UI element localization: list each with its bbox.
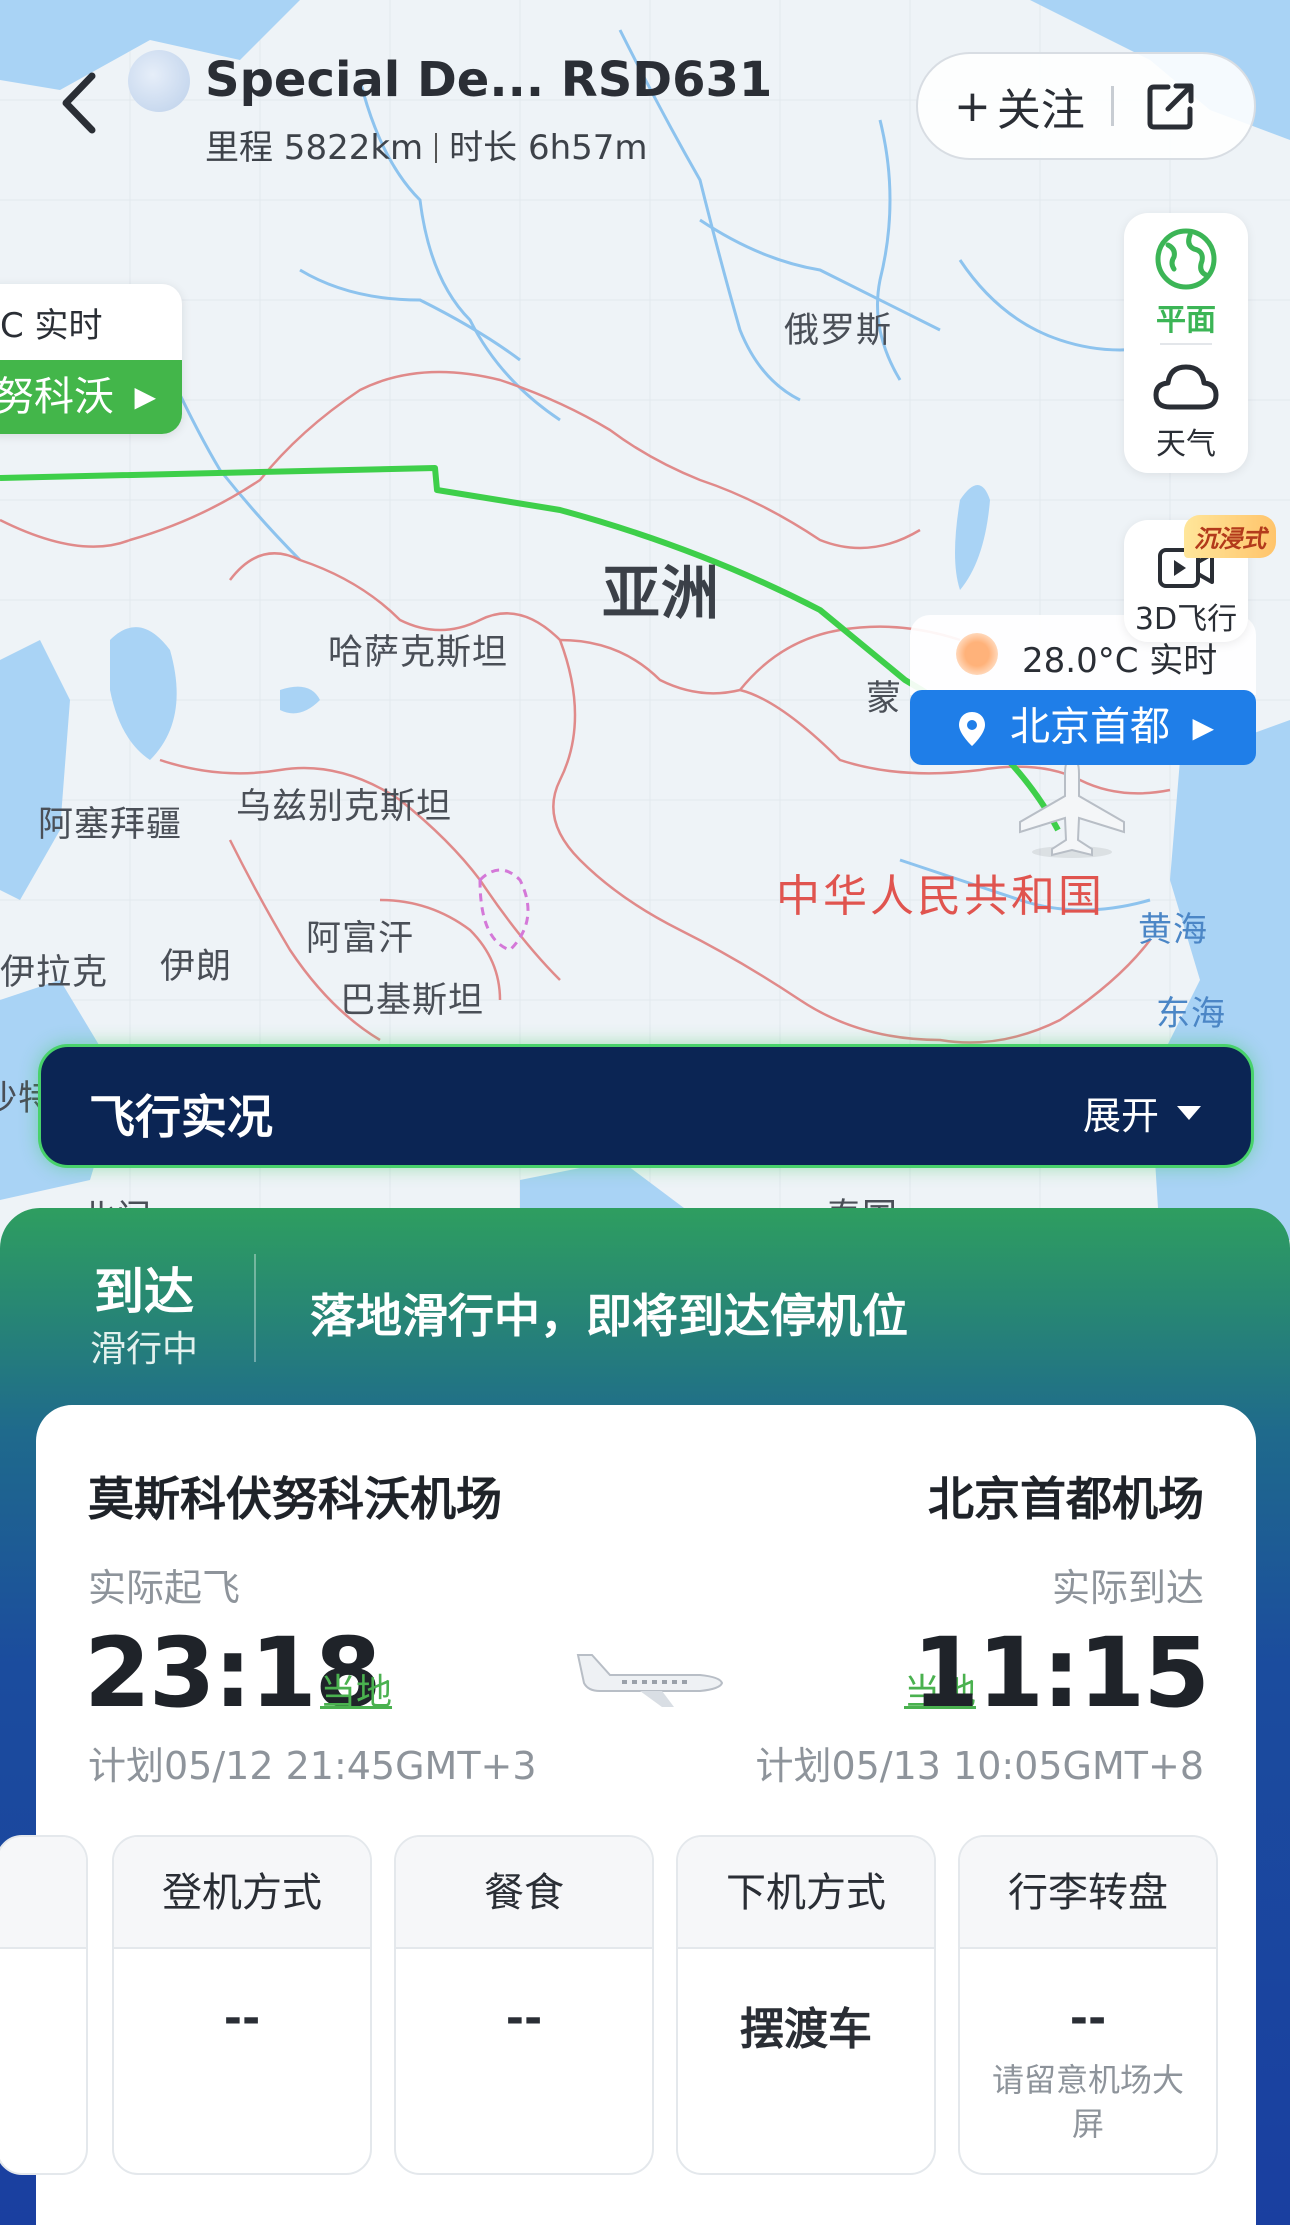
tile-baggage-note: 请留意机场大屏 xyxy=(991,2061,1184,2143)
actual-departure-label: 实际起飞 xyxy=(88,1566,241,1610)
map-label-mongolia: 蒙 xyxy=(866,679,903,719)
map-label-pakistan: 巴基斯坦 xyxy=(340,981,485,1021)
status-main: 到达 xyxy=(94,1263,194,1321)
actual-arrival-label: 实际到达 xyxy=(1051,1566,1204,1610)
3d-flight-item: 3D飞行 xyxy=(1124,546,1248,638)
departure-local-tag[interactable]: 当地 xyxy=(320,1663,392,1715)
location-pin-icon xyxy=(959,712,985,746)
tile-deplaning-value: 摆渡车 xyxy=(740,2004,872,2055)
tool-divider xyxy=(1160,343,1212,345)
flight-live-title: 飞行实况 xyxy=(89,1090,273,1144)
departure-plan: 计划05/12 21:45GMT+3 xyxy=(88,1744,537,1788)
map-label-iraq: 伊拉克 xyxy=(0,953,109,993)
departure-map-card[interactable]: C 实时 努科沃 ▶ xyxy=(0,284,182,434)
share-button[interactable] xyxy=(1144,79,1198,133)
tile-baggage-value: -- xyxy=(1069,1993,1107,2044)
tile-deplaning-head: 下机方式 xyxy=(678,1837,934,1949)
cloud-icon xyxy=(1153,364,1219,410)
flat-map-label: 平面 xyxy=(1156,303,1216,338)
departure-city-button[interactable]: 努科沃 ▶ xyxy=(0,360,182,434)
sun-icon xyxy=(956,633,998,675)
tile-baggage-head: 行李转盘 xyxy=(960,1837,1216,1949)
tile-boarding[interactable]: 登机方式 -- xyxy=(112,1835,372,2175)
back-button[interactable] xyxy=(48,68,108,138)
chevron-right-icon: ▶ xyxy=(1192,711,1214,744)
flat-map-button[interactable]: 平面 xyxy=(1124,227,1248,339)
airplane-icon xyxy=(576,1654,724,1707)
flight-title: Special De... RSD631 xyxy=(205,52,773,108)
status-sub: 滑行中 xyxy=(90,1329,199,1370)
tile-baggage[interactable]: 行李转盘 -- 请留意机场大屏 xyxy=(958,1835,1218,2175)
chevron-left-icon xyxy=(62,72,96,134)
share-icon xyxy=(1147,83,1194,130)
tile-boarding-head: 登机方式 xyxy=(114,1837,370,1949)
tile-meal-value: -- xyxy=(505,1993,543,2044)
arrival-airport[interactable]: 北京首都机场 xyxy=(928,1463,1204,1529)
tile-partial[interactable] xyxy=(0,1835,88,2175)
status-divider xyxy=(254,1254,256,1362)
arrival-city-label: 北京首都 xyxy=(1010,704,1170,750)
header-actions: + 关注 xyxy=(916,52,1256,160)
weather-label: 天气 xyxy=(1156,427,1216,462)
airline-logo xyxy=(128,50,190,112)
map-label-asia: 亚洲 xyxy=(602,559,721,627)
status-message: 落地滑行中，即将到达停机位 xyxy=(310,1289,908,1343)
map-label-kazakhstan: 哈萨克斯坦 xyxy=(328,633,509,673)
expand-label: 展开 xyxy=(1082,1094,1159,1138)
flight-distance: 里程 5822km xyxy=(205,128,424,168)
map-label-afghanistan: 阿富汗 xyxy=(306,919,415,959)
tile-meal[interactable]: 餐食 -- xyxy=(394,1835,654,2175)
map-label-yellow-sea: 黄海 xyxy=(1138,910,1208,950)
map-label-russia: 俄罗斯 xyxy=(784,311,893,351)
tile-partial-head xyxy=(0,1837,86,1949)
flight-duration: 时长 6h57m xyxy=(449,128,648,168)
weather-button[interactable]: 天气 xyxy=(1124,359,1248,463)
flight-info-card: 莫斯科伏努科沃机场 北京首都机场 实际起飞 实际到达 23:18 当地 当地 1… xyxy=(0,1405,1256,2225)
map-label-uzbekistan: 乌兹别克斯坦 xyxy=(236,787,453,827)
departure-city-label: 努科沃 xyxy=(0,374,114,420)
chevron-right-icon: ▶ xyxy=(134,380,156,413)
tile-deplaning[interactable]: 下机方式 摆渡车 xyxy=(676,1835,936,2175)
3d-flight-label: 3D飞行 xyxy=(1134,602,1238,637)
map-label-iran: 伊朗 xyxy=(160,947,233,987)
arrival-time: 11:15 xyxy=(912,1617,1210,1729)
flight-summary: 里程 5822km 时长 6h57m xyxy=(205,120,648,169)
map-tools: 平面 天气 xyxy=(1124,213,1248,473)
expand-button[interactable]: 展开 xyxy=(1083,1085,1201,1140)
departure-airport[interactable]: 莫斯科伏努科沃机场 xyxy=(88,1463,502,1529)
plus-icon: + xyxy=(954,80,991,132)
arrival-city-button[interactable]: 北京首都 ▶ xyxy=(910,690,1256,765)
map-label-china: 中华人民共和国 xyxy=(776,871,1105,922)
departure-weather: C 实时 xyxy=(0,306,103,346)
immersive-badge: 沉浸式 xyxy=(1184,515,1276,558)
map-label-east-sea: 东海 xyxy=(1156,994,1226,1034)
pill-divider xyxy=(1110,86,1114,126)
follow-button[interactable]: + 关注 xyxy=(954,74,1085,138)
map-label-azerbaijan: 阿塞拜疆 xyxy=(38,805,183,845)
follow-label: 关注 xyxy=(996,85,1085,136)
tile-boarding-value: -- xyxy=(223,1993,261,2044)
summary-divider xyxy=(435,133,438,163)
globe-icon xyxy=(1155,228,1217,290)
flight-live-bar[interactable]: 飞行实况 展开 xyxy=(38,1044,1254,1168)
airplane-marker-icon[interactable] xyxy=(1012,752,1132,862)
caret-down-icon xyxy=(1177,1105,1201,1120)
arrival-plan: 计划05/13 10:05GMT+8 xyxy=(755,1744,1204,1788)
tile-meal-head: 餐食 xyxy=(396,1837,652,1949)
